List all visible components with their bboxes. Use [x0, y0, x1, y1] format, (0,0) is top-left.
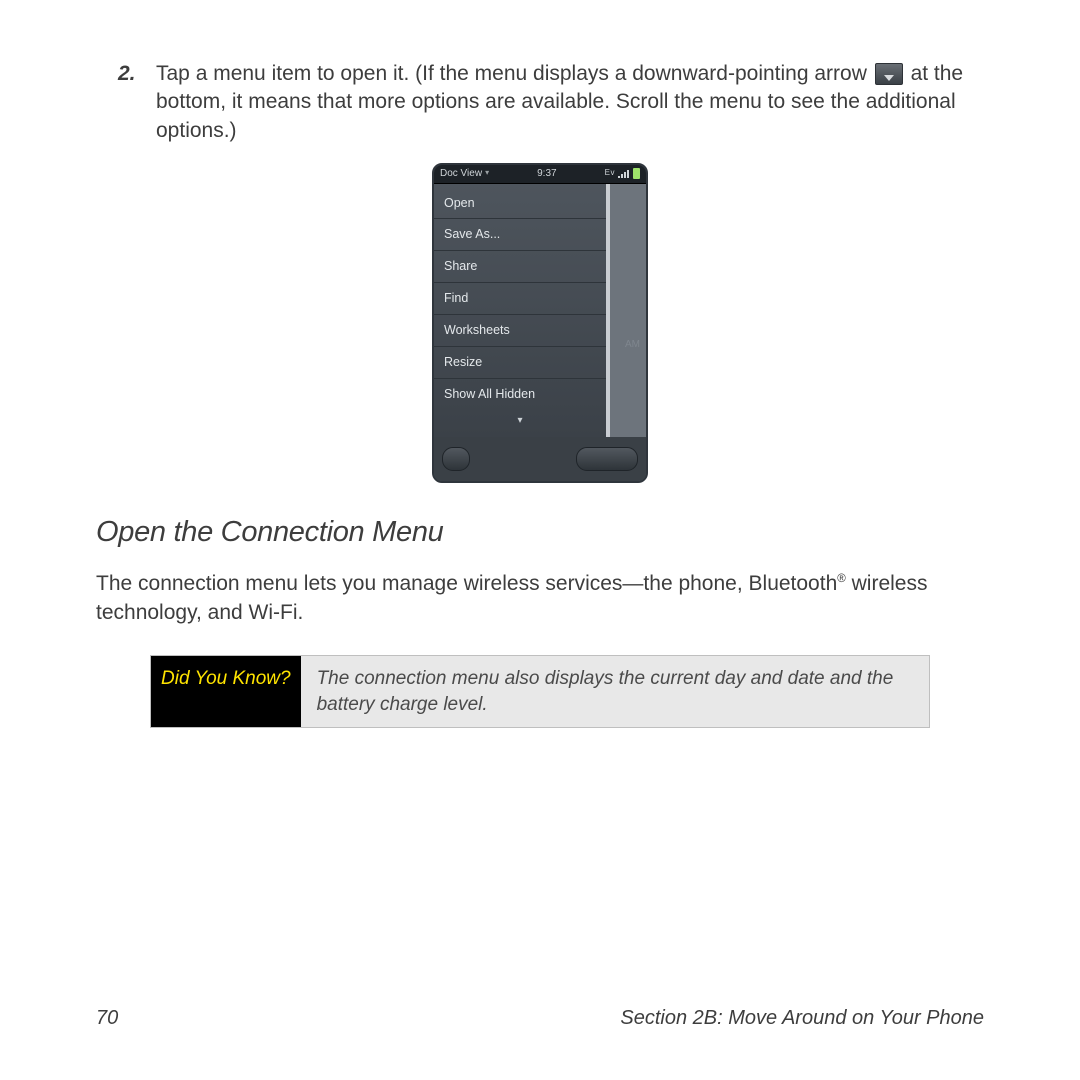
forward-button[interactable] — [576, 447, 638, 471]
background-text: AM — [625, 338, 640, 352]
battery-icon — [633, 168, 640, 179]
menu-more-indicator[interactable]: ▾ — [434, 410, 606, 434]
callout-label: Did You Know? — [151, 656, 301, 727]
statusbar-app-name: Doc View — [440, 167, 482, 181]
phone-frame: Doc View ▾ 9:37 Ev Open Save As... Share… — [432, 163, 648, 483]
step-number: 2. — [118, 60, 136, 88]
signal-icon — [618, 170, 630, 178]
down-arrow-icon — [875, 63, 903, 85]
menu-item-find[interactable]: Find — [434, 283, 606, 315]
section-paragraph: The connection menu lets you manage wire… — [96, 570, 984, 627]
section-heading: Open the Connection Menu — [96, 513, 984, 552]
section-label: Section 2B: Move Around on Your Phone — [620, 1005, 984, 1032]
phone-body: Open Save As... Share Find Worksheets Re… — [434, 184, 646, 438]
chevron-down-icon: ▾ — [485, 168, 489, 179]
instruction-step: 2. Tap a menu item to open it. (If the m… — [96, 60, 984, 145]
menu-item-worksheets[interactable]: Worksheets — [434, 315, 606, 347]
app-menu: Open Save As... Share Find Worksheets Re… — [434, 184, 610, 438]
step-text-a: Tap a menu item to open it. (If the menu… — [156, 62, 873, 85]
did-you-know-callout: Did You Know? The connection menu also d… — [150, 655, 930, 728]
phone-background: AM — [610, 184, 646, 438]
phone-statusbar: Doc View ▾ 9:37 Ev — [434, 165, 646, 184]
callout-body: The connection menu also displays the cu… — [301, 656, 929, 727]
menu-item-show-all-hidden[interactable]: Show All Hidden — [434, 379, 606, 410]
menu-item-resize[interactable]: Resize — [434, 347, 606, 379]
menu-item-save-as[interactable]: Save As... — [434, 219, 606, 251]
registered-mark: ® — [837, 573, 846, 585]
page-number: 70 — [96, 1005, 118, 1032]
menu-item-share[interactable]: Share — [434, 251, 606, 283]
back-button[interactable] — [442, 447, 470, 471]
para-a: The connection menu lets you manage wire… — [96, 572, 837, 595]
statusbar-network: Ev — [605, 168, 615, 179]
phone-screenshot: Doc View ▾ 9:37 Ev Open Save As... Share… — [96, 163, 984, 483]
menu-item-open[interactable]: Open — [434, 188, 606, 220]
statusbar-time: 9:37 — [537, 167, 556, 181]
page-footer: 70 Section 2B: Move Around on Your Phone — [96, 1005, 984, 1032]
phone-bottom-bar — [434, 437, 646, 481]
